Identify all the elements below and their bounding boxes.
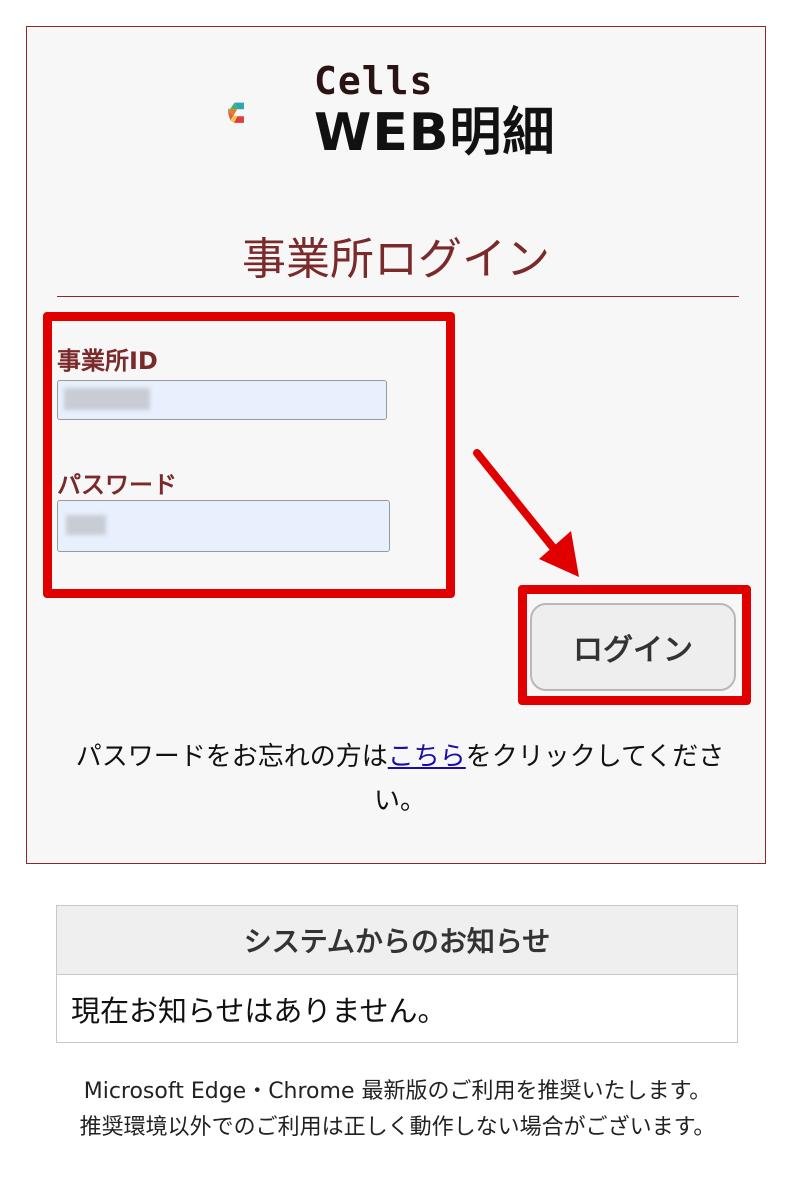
notice-heading: システムからのお知らせ [57, 906, 737, 975]
login-card: Cells WEB明細 事業所ログイン 事業所ID パスワード ログイン パスワ… [26, 26, 766, 864]
footer-line-2: 推奨環境以外でのご利用は正しく動作しない場合がございます。 [79, 1115, 716, 1140]
brand-web-meisai: WEB明細 [314, 103, 556, 163]
system-notice: システムからのお知らせ 現在お知らせはありません。 [56, 905, 738, 1043]
footer-note: Microsoft Edge・Chrome 最新版のご利用を推奨いたします。 推… [0, 1074, 795, 1146]
forgot-prefix: パスワードをお忘れの方は [75, 742, 388, 772]
page-title: 事業所ログイン [242, 234, 550, 285]
forgot-password-text: パスワードをお忘れの方はこちらをクリックしてください。 [55, 735, 745, 823]
footer-line-1: Microsoft Edge・Chrome 最新版のご利用を推奨いたします。 [83, 1079, 712, 1104]
annotation-arrow-icon [473, 449, 579, 577]
cells-logo-icon [227, 102, 244, 123]
annotation-box-fields [43, 312, 455, 598]
login-button[interactable]: ログイン [530, 603, 736, 691]
forgot-password-link[interactable]: こちら [388, 742, 466, 772]
notice-body: 現在お知らせはありません。 [71, 994, 447, 1028]
brand-cells: Cells [314, 59, 434, 103]
title-divider [57, 296, 739, 297]
